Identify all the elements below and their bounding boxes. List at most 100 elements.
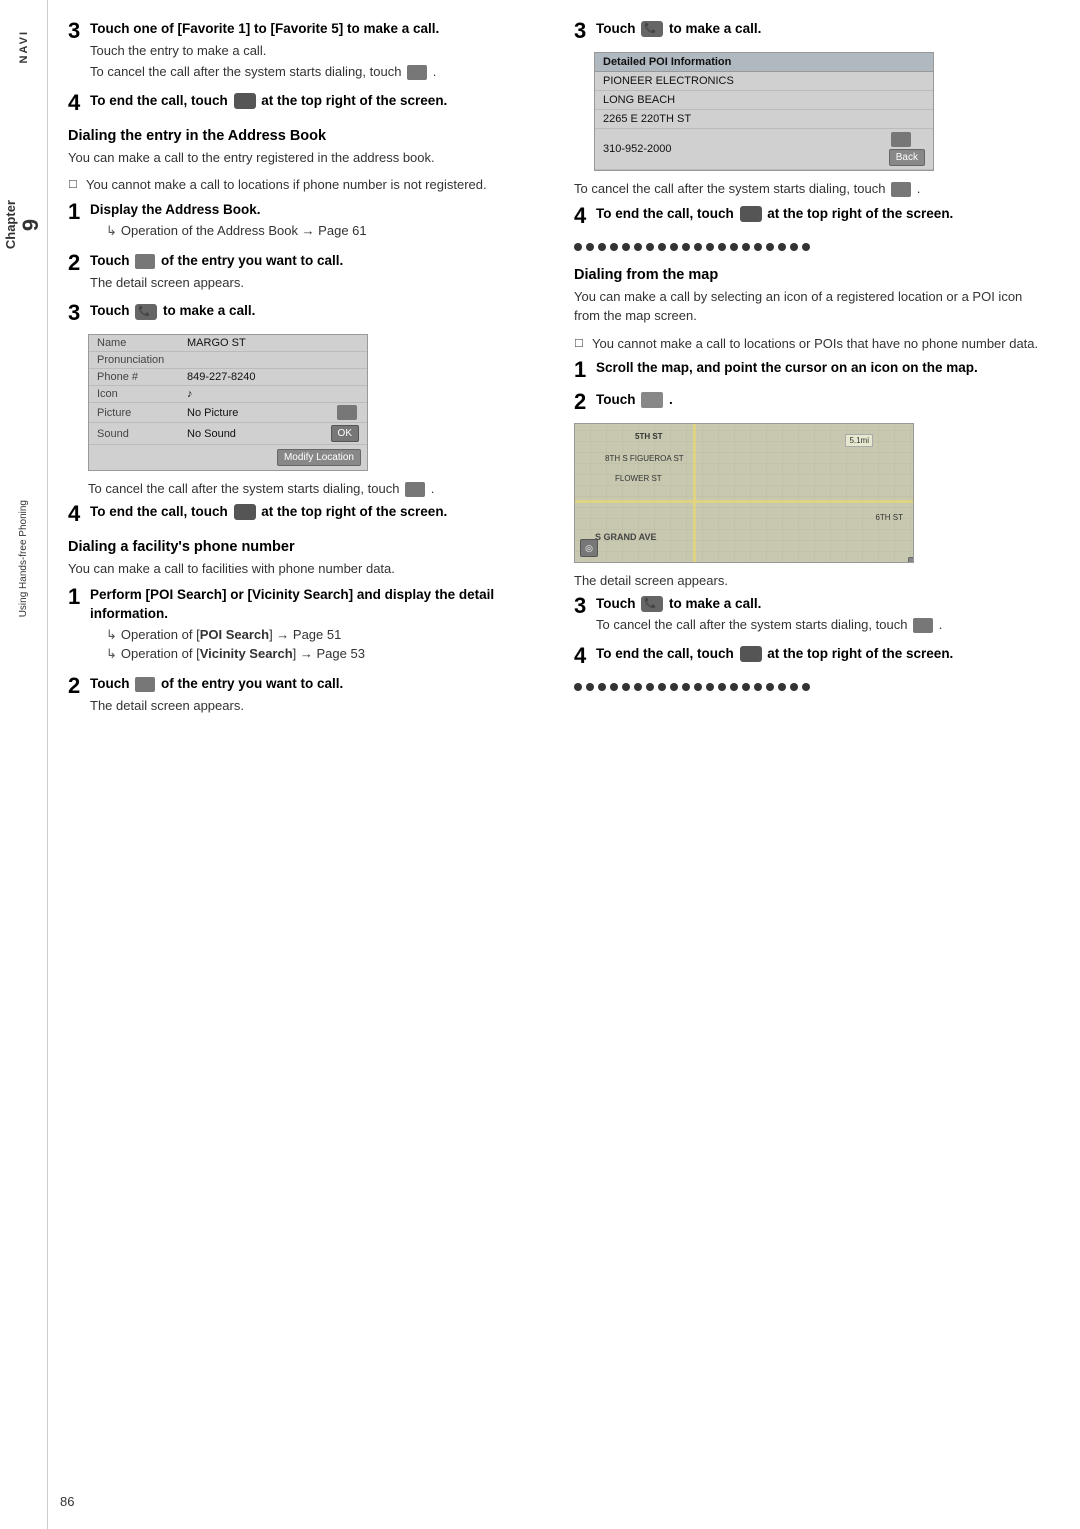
dot-b	[622, 683, 630, 691]
map-road-vertical	[693, 424, 696, 562]
cancel-icon-map	[913, 618, 933, 633]
step-3-right-title: Touch to make a call.	[596, 20, 1050, 39]
dot	[742, 243, 750, 251]
step-2-addr-title: Touch of the entry you want to call.	[90, 252, 544, 271]
addr-row-value-name: MARGO ST	[187, 337, 359, 349]
step-1-fac-title: Perform [POI Search] or [Vicinity Search…	[90, 586, 544, 624]
step-1-map: 1 Scroll the map, and point the cursor o…	[574, 359, 1050, 381]
step-4-top-content: To end the call, touch at the top right …	[90, 92, 544, 111]
map-zoom-out[interactable]: -	[908, 557, 914, 563]
dot	[730, 243, 738, 251]
call-icon-map	[641, 596, 663, 612]
step-4-addr: 4 To end the call, touch at the top righ…	[68, 503, 544, 525]
section-subtext-facility: You can make a call to facilities with p…	[68, 559, 544, 579]
sidebar-chapter-word: Chapter	[3, 200, 18, 249]
dot	[598, 243, 606, 251]
dot	[682, 243, 690, 251]
screenshot-addr-row-name: Name MARGO ST	[89, 335, 367, 352]
screenshot-addr-row-phone: Phone # 849-227-8240	[89, 369, 367, 386]
dot-b	[586, 683, 594, 691]
step-num-3-map: 3	[574, 595, 592, 617]
dot	[670, 243, 678, 251]
screenshot-addr-row-pronunciation: Pronunciation	[89, 352, 367, 369]
step-2-addr-content: Touch of the entry you want to call. The…	[90, 252, 544, 292]
step-num-4-right: 4	[574, 205, 592, 227]
dot	[634, 243, 642, 251]
addr-row-value-icon: ♪	[187, 388, 359, 400]
map-road-label-1: S GRAND AVE	[595, 532, 657, 542]
step-3-top-content: Touch one of [Favorite 1] to [Favorite 5…	[90, 20, 544, 82]
main-content: 3 Touch one of [Favorite 1] to [Favorite…	[48, 0, 1080, 1529]
divider-dots-bottom	[574, 683, 1050, 691]
step-3-top-body2: To cancel the call after the system star…	[90, 62, 544, 82]
dot-b	[610, 683, 618, 691]
map-label-4: FLOWER ST	[615, 474, 662, 483]
step-4-map-title: To end the call, touch at the top right …	[596, 645, 1050, 664]
note-address-book: ☐ You cannot make a call to locations if…	[68, 175, 544, 195]
dot-b	[790, 683, 798, 691]
step-3-top-body1: Touch the entry to make a call.	[90, 41, 544, 61]
step-1-addr-content: Display the Address Book. ↳ Operation of…	[90, 201, 544, 242]
step-1-addr: 1 Display the Address Book. ↳ Operation …	[68, 201, 544, 242]
dot-b	[730, 683, 738, 691]
step-1-addr-arrow: ↳ Operation of the Address Book → Page 6…	[106, 223, 544, 239]
step-3-map-title: Touch to make a call.	[596, 595, 1050, 614]
map-gps-icon: ◎	[580, 539, 598, 557]
step-num-4-top: 4	[68, 92, 86, 114]
poi-row-3: 2265 E 220TH ST	[595, 110, 933, 129]
poi-row-2: LONG BEACH	[595, 91, 933, 110]
dot	[706, 243, 714, 251]
step-3-addr-content: Touch to make a call.	[90, 302, 544, 321]
end-call-icon-top	[234, 93, 256, 109]
addr-row-label-pronunciation: Pronunciation	[97, 354, 187, 366]
step-num-2-addr: 2	[68, 252, 86, 274]
step-2-map-title: Touch .	[596, 391, 1050, 410]
step-num-3-addr: 3	[68, 302, 86, 324]
poi-back-btn[interactable]: Back	[889, 149, 925, 166]
step-num-2-fac: 2	[68, 675, 86, 697]
step-3-right-content: Touch to make a call.	[596, 20, 1050, 39]
screenshot-addr-row-icon: Icon ♪	[89, 386, 367, 403]
end-call-icon-map	[740, 646, 762, 662]
call-icon-right	[641, 21, 663, 37]
step-3-map: 3 Touch to make a call. To cancel the ca…	[574, 595, 1050, 635]
screenshot-addr-row-sound: Sound No Sound OK	[89, 423, 367, 445]
entry-icon-addr	[135, 254, 155, 269]
modify-location-button[interactable]: Modify Location	[277, 449, 361, 466]
step-4-map: 4 To end the call, touch at the top righ…	[574, 645, 1050, 667]
addr-row-value-picture: No Picture	[187, 407, 335, 419]
step-4-addr-title: To end the call, touch at the top right …	[90, 503, 544, 522]
dot	[718, 243, 726, 251]
arrow-sym-1: ↳	[106, 223, 117, 239]
sidebar-navi-label: NAVI	[18, 30, 30, 63]
step-1-map-title: Scroll the map, and point the cursor on …	[596, 359, 1050, 378]
step-3-addr-title: Touch to make a call.	[90, 302, 544, 321]
section-subtext-map: You can make a call by selecting an icon…	[574, 287, 1050, 326]
step-3-map-cancel: To cancel the call after the system star…	[596, 615, 1050, 635]
step-3-addr: 3 Touch to make a call.	[68, 302, 544, 324]
dot	[622, 243, 630, 251]
dot	[610, 243, 618, 251]
poi-row-1: PIONEER ELECTRONICS	[595, 72, 933, 91]
note-checkbox-icon-2: ☐	[574, 336, 586, 353]
addr-row-label-icon: Icon	[97, 388, 187, 400]
dot-b	[598, 683, 606, 691]
screenshot-modify-area: Modify Location	[89, 445, 367, 470]
dot	[778, 243, 786, 251]
note-map: ☐ You cannot make a call to locations or…	[574, 334, 1050, 354]
dot	[766, 243, 774, 251]
step-num-3-top: 3	[68, 20, 86, 42]
addr-row-value-sound: No Sound	[187, 428, 331, 440]
screenshot-addr: Name MARGO ST Pronunciation Phone # 849-…	[88, 334, 368, 471]
step-2-map-content: Touch .	[596, 391, 1050, 410]
step-3-top: 3 Touch one of [Favorite 1] to [Favorite…	[68, 20, 544, 82]
dot-b	[706, 683, 714, 691]
cancel-icon-addr	[405, 482, 425, 497]
section-heading-facility: Dialing a facility's phone number	[68, 539, 544, 555]
addr-row-label-name: Name	[97, 337, 187, 349]
dot	[658, 243, 666, 251]
addr-row-label-picture: Picture	[97, 407, 187, 419]
call-icon-addr	[135, 304, 157, 320]
dot	[646, 243, 654, 251]
ok-button-screenshot[interactable]: OK	[331, 425, 359, 442]
